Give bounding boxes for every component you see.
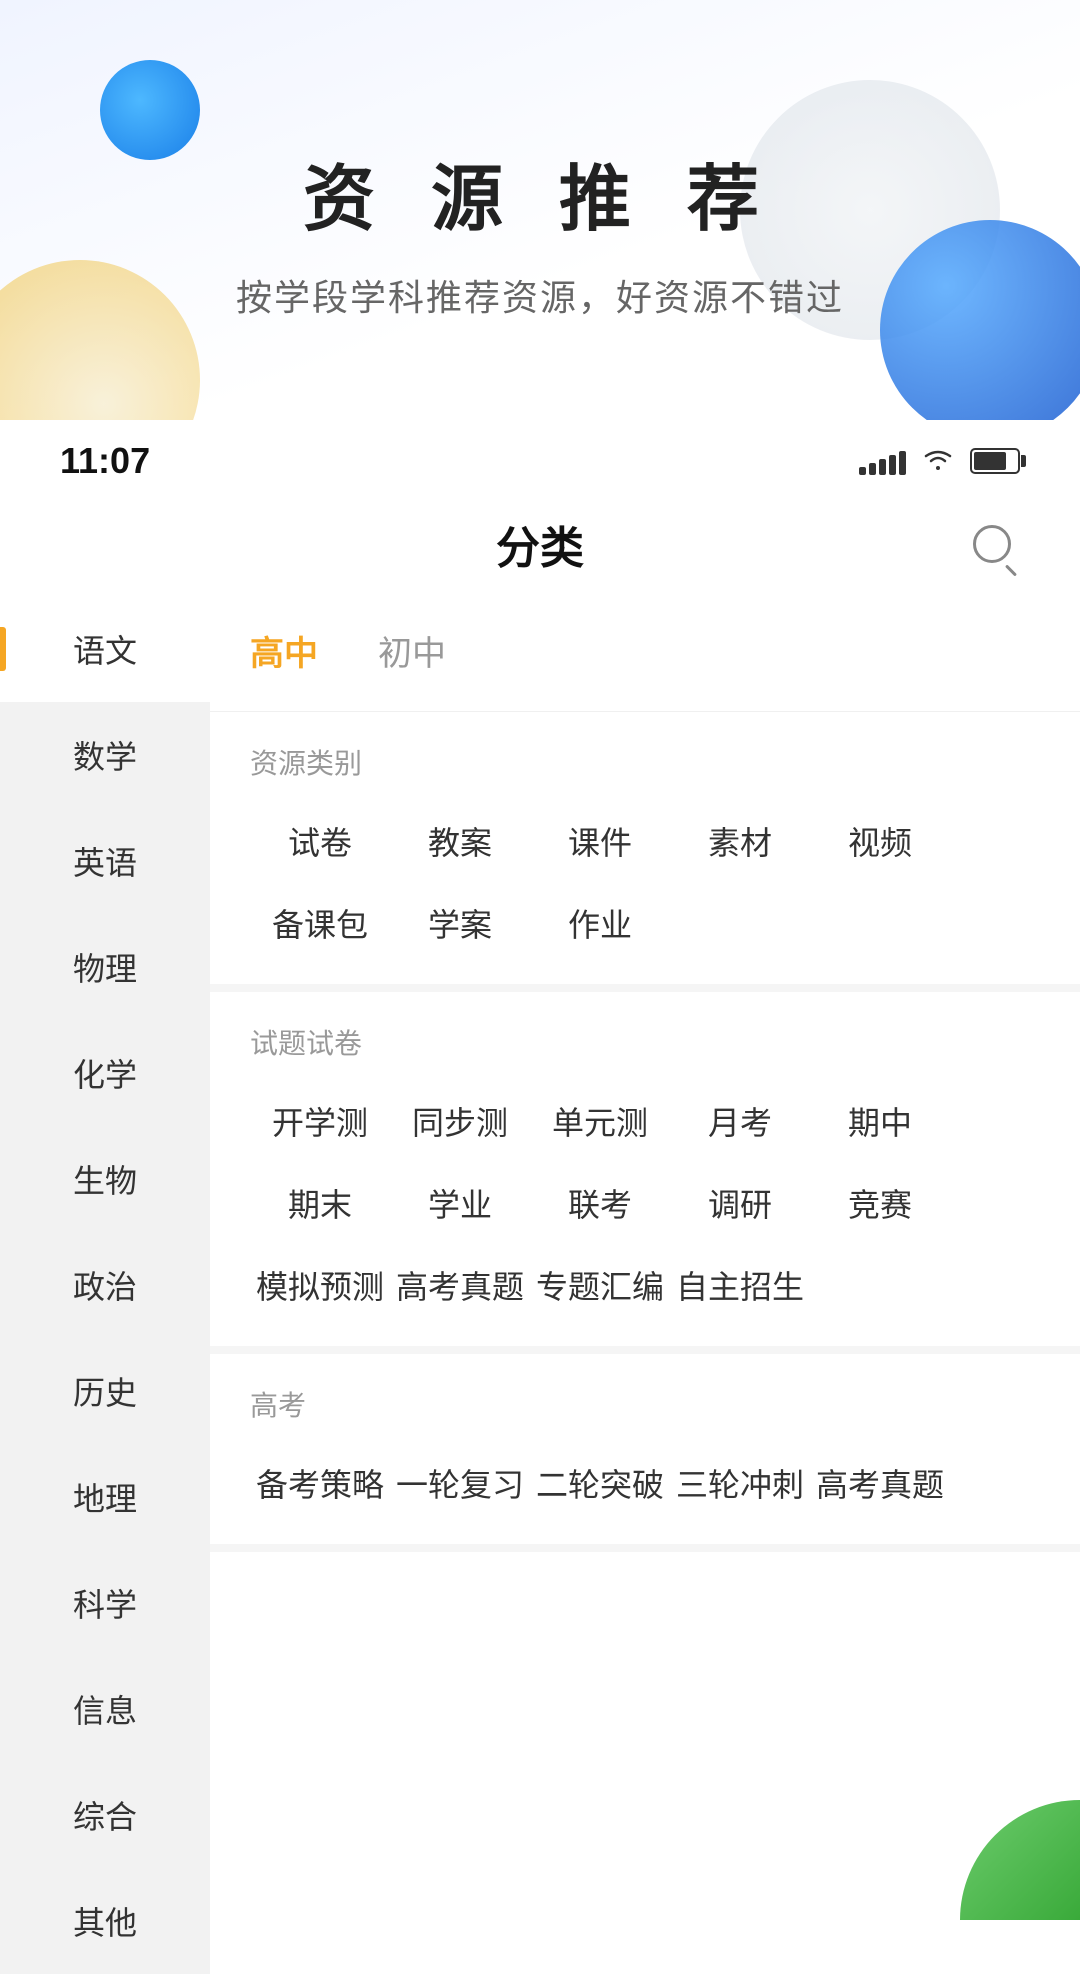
subject-sidebar: 语文 数学 英语 物理 化学 生物 政治 历史 地理 科学 信息 综合 其他 [0, 596, 210, 1974]
gaokao-section: 高考 备考策略 一轮复习 二轮突破 三轮冲刺 高考真题 [210, 1354, 1080, 1552]
hero-section: 资 源 推 荐 按学段学科推荐资源，好资源不错过 [0, 0, 1080, 420]
tag-beikaocelue[interactable]: 备考策略 [250, 1452, 390, 1514]
tag-yilunfuxi[interactable]: 一轮复习 [390, 1452, 530, 1514]
tab-chuzhong[interactable]: 初中 [378, 626, 446, 681]
tag-jingsai[interactable]: 竞赛 [810, 1172, 950, 1234]
tag-xuean[interactable]: 学案 [390, 892, 530, 954]
tag-tongbuice[interactable]: 同步测 [390, 1090, 530, 1152]
tag-beikebao[interactable]: 备课包 [250, 892, 390, 954]
tag-kejian[interactable]: 课件 [530, 810, 670, 872]
sidebar-item-kexue[interactable]: 科学 [0, 1550, 210, 1656]
bottom-leaf-decoration [960, 1800, 1080, 1920]
sidebar-item-yuwen[interactable]: 语文 [0, 596, 210, 702]
sidebar-item-dili[interactable]: 地理 [0, 1444, 210, 1550]
tag-zuoye[interactable]: 作业 [530, 892, 670, 954]
section-title-2: 试题试卷 [250, 1022, 1040, 1062]
sidebar-item-zonghe[interactable]: 综合 [0, 1762, 210, 1868]
page-title: 分类 [496, 512, 584, 576]
wifi-icon [922, 444, 954, 479]
sidebar-item-zhengzhi[interactable]: 政治 [0, 1232, 210, 1338]
tag-jiaoan[interactable]: 教案 [390, 810, 530, 872]
search-button[interactable] [964, 516, 1020, 572]
sidebar-item-yingyu[interactable]: 英语 [0, 808, 210, 914]
tag-danyuance[interactable]: 单元测 [530, 1090, 670, 1152]
tag-sanlunchongci[interactable]: 三轮冲刺 [670, 1452, 810, 1514]
tag-sucai[interactable]: 素材 [670, 810, 810, 872]
tab-gaozhong[interactable]: 高中 [250, 626, 318, 681]
tag-liankao[interactable]: 联考 [530, 1172, 670, 1234]
phone-area: 11:07 分类 [0, 420, 1080, 1974]
resource-category-section: 资源类别 试卷 教案 课件 素材 视频 备课包 学案 作业 [210, 712, 1080, 992]
section-title-3: 高考 [250, 1384, 1040, 1424]
status-bar: 11:07 [0, 420, 1080, 492]
status-icons [859, 444, 1020, 479]
green-leaf-icon [960, 1800, 1080, 1920]
sidebar-item-xinxi[interactable]: 信息 [0, 1656, 210, 1762]
battery-icon [970, 448, 1020, 474]
hero-subtitle: 按学段学科推荐资源，好资源不错过 [0, 269, 1080, 321]
level-tabs: 高中 初中 [210, 596, 1080, 712]
sidebar-item-wuli[interactable]: 物理 [0, 914, 210, 1020]
tag-moniyuce[interactable]: 模拟预测 [250, 1254, 390, 1316]
signal-icon [859, 447, 906, 475]
tag-zizhaosheng[interactable]: 自主招生 [670, 1254, 810, 1316]
tag-erluntupo[interactable]: 二轮突破 [530, 1452, 670, 1514]
tag-xueye[interactable]: 学业 [390, 1172, 530, 1234]
tag-yuekao[interactable]: 月考 [670, 1090, 810, 1152]
tag-gaokaozhenti[interactable]: 高考真题 [390, 1254, 530, 1316]
sidebar-item-qita[interactable]: 其他 [0, 1868, 210, 1974]
tag-qimo[interactable]: 期末 [250, 1172, 390, 1234]
status-time: 11:07 [60, 440, 150, 482]
search-icon [973, 525, 1011, 563]
header-bar: 分类 [0, 492, 1080, 596]
main-content: 语文 数学 英语 物理 化学 生物 政治 历史 地理 科学 信息 综合 其他 高… [0, 596, 1080, 1974]
tag-shipin[interactable]: 视频 [810, 810, 950, 872]
exam-tags-grid: 开学测 同步测 单元测 月考 期中 期末 学业 联考 调研 竞赛 模拟预测 高考… [250, 1090, 1040, 1316]
section-title-1: 资源类别 [250, 742, 1040, 782]
exam-section: 试题试卷 开学测 同步测 单元测 月考 期中 期末 学业 联考 调研 竞赛 模拟… [210, 992, 1080, 1354]
tag-zhuantibianji[interactable]: 专题汇编 [530, 1254, 670, 1316]
hero-title: 资 源 推 荐 [0, 0, 1080, 245]
sidebar-item-huaxue[interactable]: 化学 [0, 1020, 210, 1126]
tag-kaixuece[interactable]: 开学测 [250, 1090, 390, 1152]
sidebar-item-shengwu[interactable]: 生物 [0, 1126, 210, 1232]
gaokao-tags-grid: 备考策略 一轮复习 二轮突破 三轮冲刺 高考真题 [250, 1452, 1040, 1514]
tag-gaokaozhenti2[interactable]: 高考真题 [810, 1452, 950, 1514]
sidebar-item-lishi[interactable]: 历史 [0, 1338, 210, 1444]
right-content: 高中 初中 资源类别 试卷 教案 课件 素材 视频 备课包 学案 作业 [210, 596, 1080, 1974]
tag-shijuan[interactable]: 试卷 [250, 810, 390, 872]
tag-diaoyan[interactable]: 调研 [670, 1172, 810, 1234]
sidebar-item-shuxue[interactable]: 数学 [0, 702, 210, 808]
resource-tags-grid: 试卷 教案 课件 素材 视频 备课包 学案 作业 [250, 810, 1040, 954]
tag-qizhong[interactable]: 期中 [810, 1090, 950, 1152]
